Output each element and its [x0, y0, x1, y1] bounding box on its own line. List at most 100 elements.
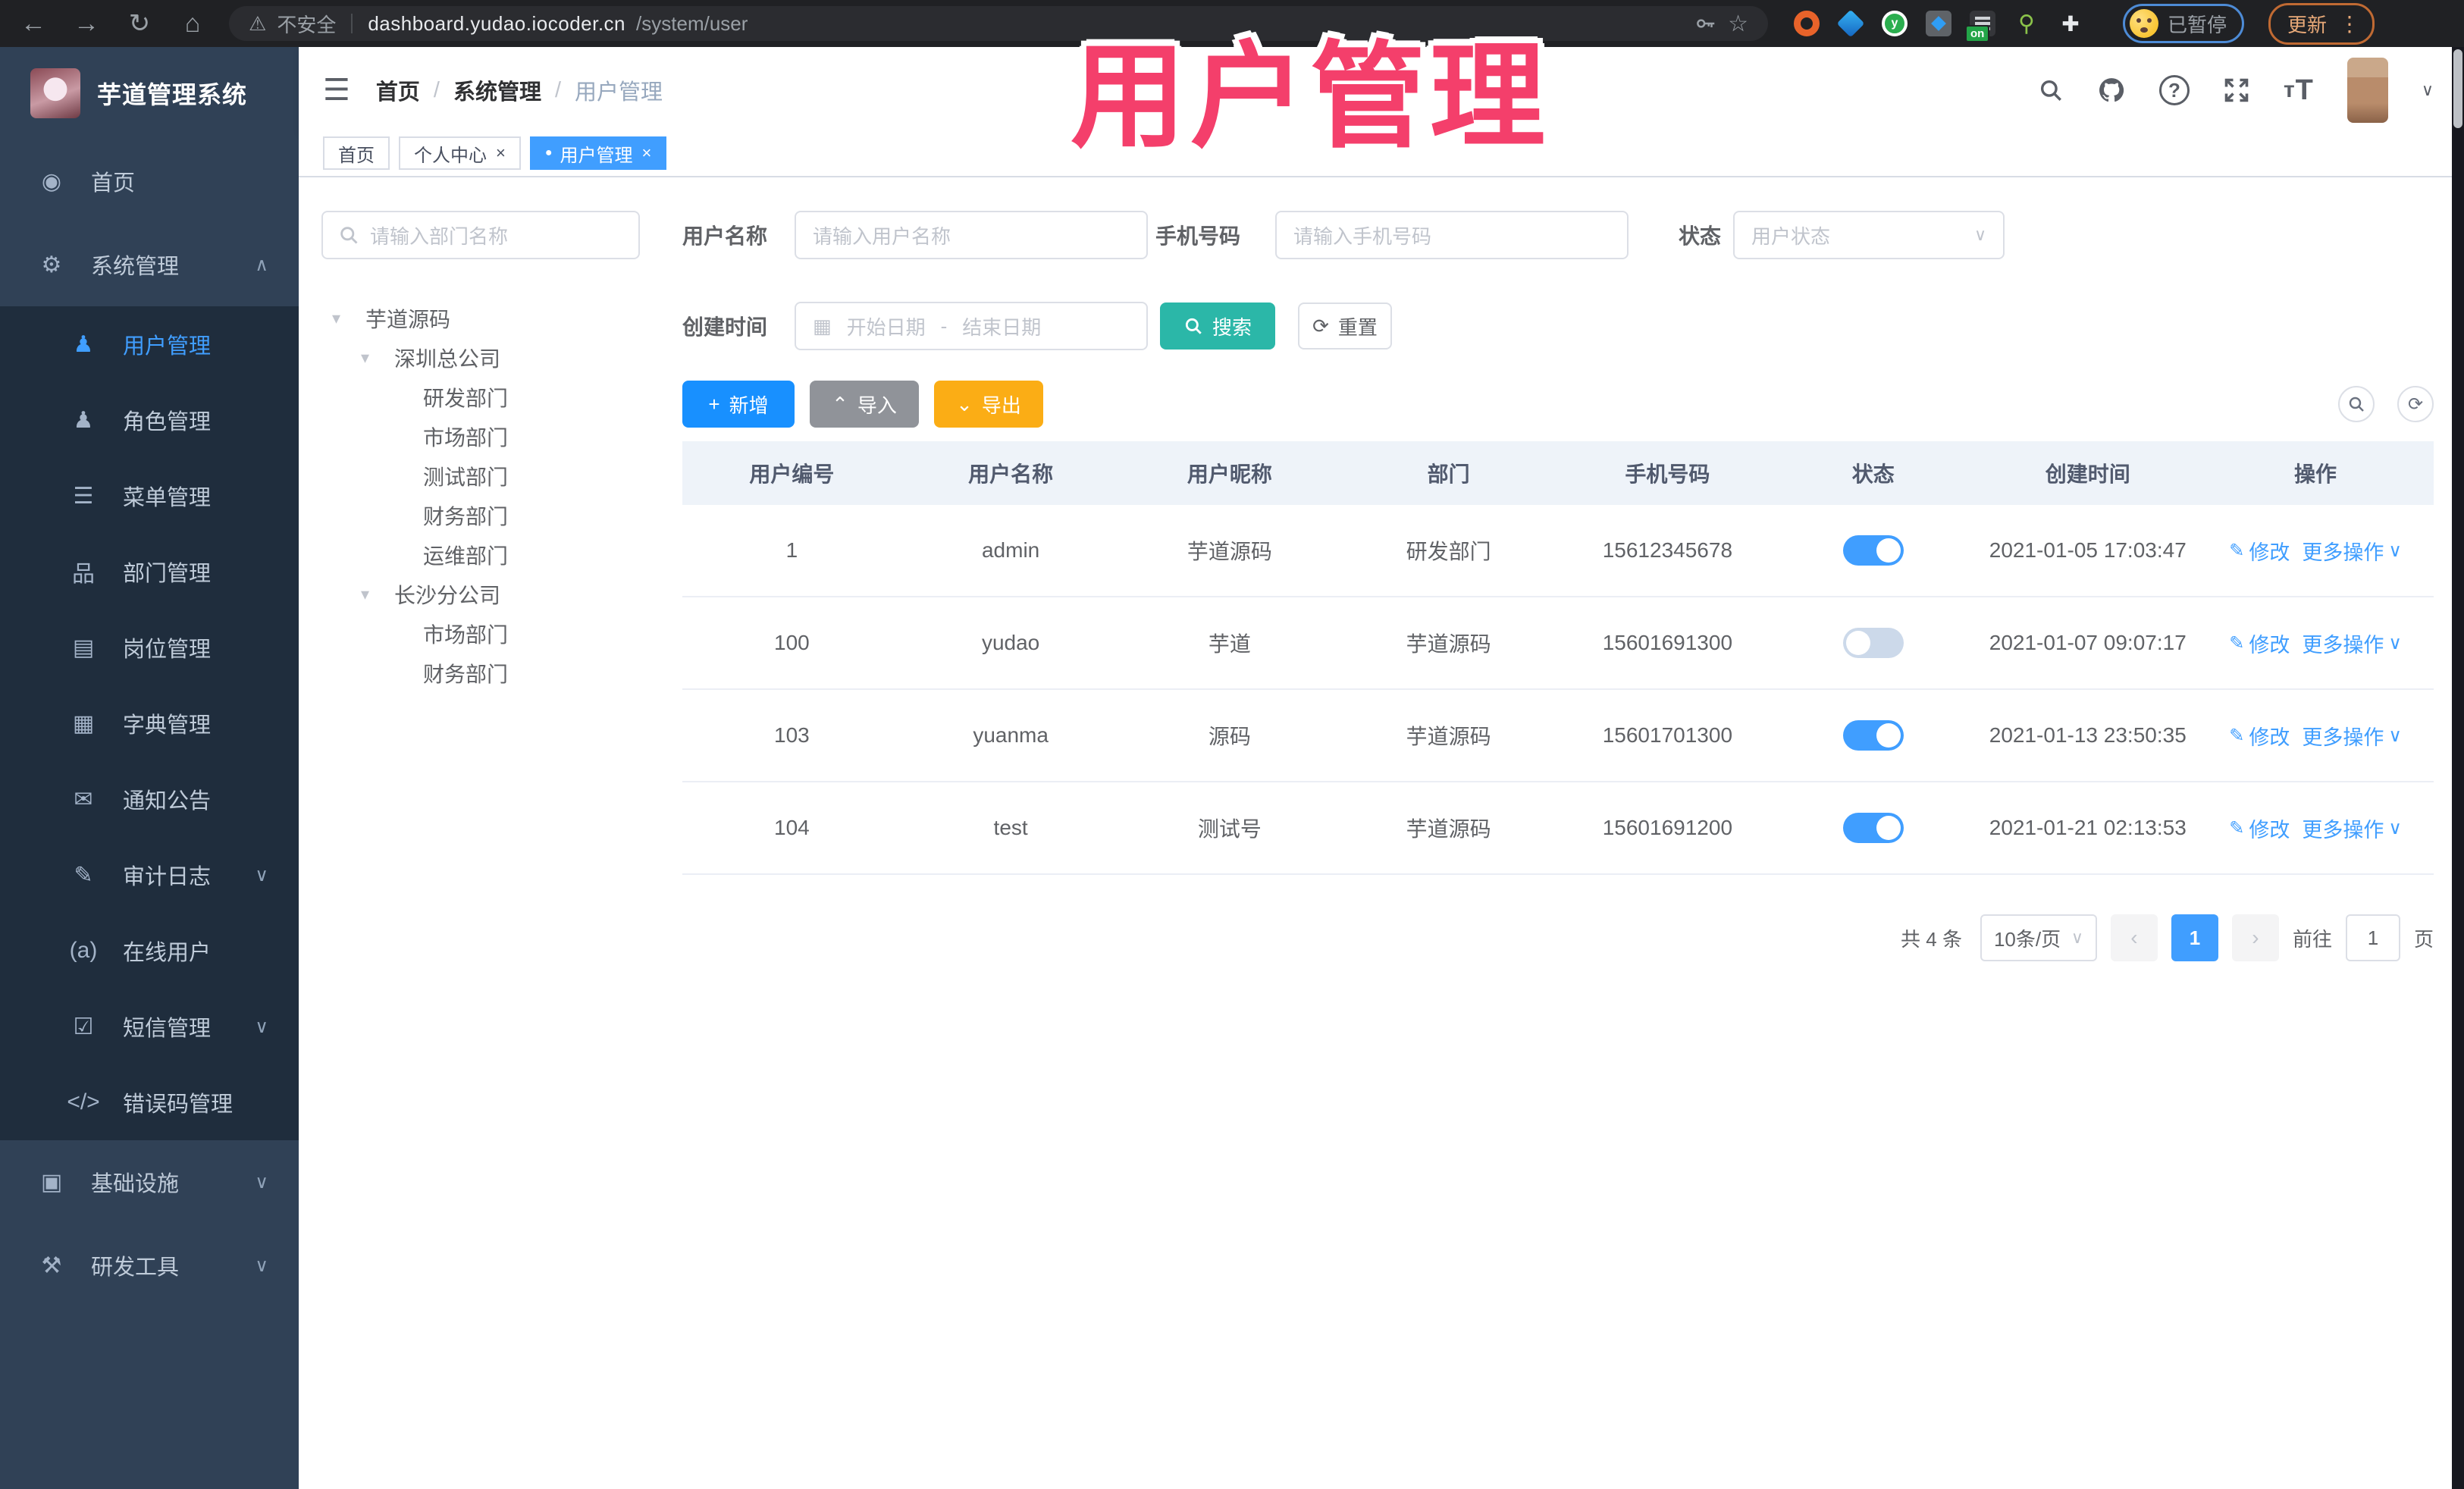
- export-button[interactable]: ⌄ 导出: [934, 381, 1043, 428]
- browser-scrollbar[interactable]: [2452, 47, 2464, 1489]
- tree-caret-icon[interactable]: ▾: [361, 585, 394, 604]
- search-icon[interactable]: [2038, 77, 2064, 103]
- tab-close-icon[interactable]: ×: [496, 143, 506, 163]
- hide-search-button[interactable]: [2338, 386, 2375, 422]
- menu-item-icon: ▦: [72, 710, 95, 736]
- edit-link[interactable]: ✎ 修改: [2229, 721, 2290, 751]
- status-toggle[interactable]: [1842, 813, 1904, 843]
- avatar-dropdown-icon[interactable]: ∨: [2422, 80, 2434, 100]
- tree-node[interactable]: 市场部门: [321, 417, 682, 456]
- help-icon[interactable]: ?: [2158, 75, 2190, 105]
- fullscreen-icon[interactable]: [2223, 77, 2250, 104]
- scrollbar-thumb[interactable]: [2453, 49, 2462, 128]
- sidebar-menu-item[interactable]: </> 错误码管理: [0, 1064, 299, 1140]
- more-actions-link[interactable]: 更多操作 ∨: [2302, 721, 2402, 751]
- tree-node[interactable]: 运维部门: [321, 535, 682, 575]
- forward-icon[interactable]: →: [70, 9, 103, 39]
- url-path: /system/user: [636, 11, 748, 35]
- add-button[interactable]: + 新增: [682, 381, 795, 428]
- sidebar-menu-item[interactable]: ✎ 审计日志 ∨: [0, 837, 299, 913]
- app-logo-row[interactable]: 芋道管理系统: [0, 47, 299, 139]
- breadcrumb-home[interactable]: 首页: [376, 74, 420, 106]
- menu-item-label: 部门管理: [123, 562, 212, 586]
- sidebar-menu-item[interactable]: ▦ 字典管理: [0, 685, 299, 761]
- page-size-select[interactable]: 10条/页 ∨: [1980, 914, 2097, 961]
- sidebar-menu-item[interactable]: (a) 在线用户: [0, 913, 299, 989]
- tampermonkey-extension-icon[interactable]: on: [1965, 11, 1995, 42]
- ubuntu-extension-icon[interactable]: [1794, 11, 1820, 36]
- chevron-icon: ∨: [255, 1171, 268, 1193]
- tree-node[interactable]: 研发部门: [321, 378, 682, 417]
- tree-node[interactable]: 财务部门: [321, 654, 682, 693]
- user-avatar[interactable]: [2346, 58, 2388, 123]
- sidebar-menu-item[interactable]: ✉ 通知公告: [0, 761, 299, 837]
- edit-link[interactable]: ✎ 修改: [2229, 536, 2290, 566]
- tree-node[interactable]: 财务部门: [321, 496, 682, 535]
- tree-caret-icon[interactable]: ▾: [332, 309, 365, 328]
- password-key-icon[interactable]: [1694, 12, 1717, 35]
- status-toggle[interactable]: [1842, 628, 1904, 658]
- status-toggle[interactable]: [1842, 535, 1904, 566]
- import-button[interactable]: ⌃ 导入: [810, 381, 919, 428]
- sidebar-menu-item[interactable]: ⚒ 研发工具 ∨: [0, 1224, 299, 1307]
- cell-actions: ✎ 修改 更多操作 ∨: [2206, 721, 2425, 751]
- sidebar-collapse-icon[interactable]: ☰: [323, 73, 350, 108]
- sidebar-menu-item[interactable]: ◉ 首页: [0, 139, 299, 223]
- sidebar-menu-item[interactable]: ▣ 基础设施 ∨: [0, 1140, 299, 1224]
- view-tab[interactable]: ● 首页: [323, 136, 390, 170]
- created-date-range[interactable]: ▦ 开始日期 - 结束日期: [795, 302, 1149, 350]
- tree-node[interactable]: 市场部门: [321, 614, 682, 654]
- bookmark-star-icon[interactable]: ☆: [1728, 11, 1748, 37]
- reset-button[interactable]: ⟳ 重置: [1298, 303, 1393, 350]
- github-icon[interactable]: [2097, 76, 2126, 105]
- status-select[interactable]: 用户状态 ∨: [1733, 211, 2005, 259]
- edit-link[interactable]: ✎ 修改: [2229, 629, 2290, 658]
- tab-close-icon[interactable]: ×: [642, 143, 652, 163]
- sidebar-menu-item[interactable]: ♟ 角色管理: [0, 382, 299, 458]
- department-panel: 请输入部门名称 ▾ 芋道源码 ▾ 深圳总公司 研发部门 市场部门 测试部门 财务…: [321, 177, 682, 1489]
- username-input[interactable]: 请输入用户名称: [795, 211, 1149, 259]
- reload-icon[interactable]: ↻: [123, 8, 156, 39]
- mobile-input[interactable]: 请输入手机号码: [1275, 211, 1629, 259]
- home-icon[interactable]: ⌂: [176, 9, 209, 39]
- refresh-table-button[interactable]: ⟳: [2397, 386, 2434, 422]
- sidebar-menu-item[interactable]: 品 部门管理: [0, 534, 299, 610]
- back-icon[interactable]: ←: [17, 9, 50, 39]
- update-button[interactable]: 更新 ⋮: [2268, 2, 2375, 45]
- current-page-button[interactable]: 1: [2171, 914, 2218, 961]
- view-tab[interactable]: ● 个人中心 ×: [399, 136, 521, 170]
- next-page-button[interactable]: ›: [2231, 914, 2279, 961]
- sidebar-menu-item[interactable]: ▤ 岗位管理: [0, 610, 299, 685]
- not-secure-icon: ⚠: [249, 11, 267, 35]
- table-row: 1 admin 芋道源码 研发部门 15612345678 2021-01-05…: [682, 505, 2434, 597]
- tree-node[interactable]: 测试部门: [321, 456, 682, 496]
- grid-extension-icon[interactable]: [1926, 11, 1951, 36]
- search-button[interactable]: 搜索: [1160, 303, 1276, 350]
- tree-node[interactable]: ▾ 深圳总公司: [321, 338, 682, 378]
- sidebar-menu-item[interactable]: ☰ 菜单管理: [0, 458, 299, 534]
- gem-extension-icon[interactable]: [1838, 11, 1864, 36]
- font-size-icon[interactable]: тT: [2284, 74, 2314, 107]
- more-actions-link[interactable]: 更多操作 ∨: [2302, 813, 2402, 843]
- yudao-extension-icon[interactable]: y: [1882, 11, 1908, 36]
- breadcrumb-system[interactable]: 系统管理: [453, 74, 541, 106]
- tree-node[interactable]: ▾ 长沙分公司: [321, 575, 682, 614]
- prev-page-button[interactable]: ‹: [2110, 914, 2158, 961]
- sidebar-menu-item[interactable]: ♟ 用户管理: [0, 306, 299, 382]
- extensions-puzzle-icon[interactable]: ✚: [2058, 11, 2083, 36]
- menu-item-label: 岗位管理: [123, 638, 212, 662]
- browser-menu-icon[interactable]: ⋮: [2339, 11, 2360, 36]
- edit-link[interactable]: ✎ 修改: [2229, 813, 2290, 843]
- tree-node[interactable]: ▾ 芋道源码: [321, 299, 682, 338]
- more-actions-link[interactable]: 更多操作 ∨: [2302, 629, 2402, 658]
- sidebar-menu-item[interactable]: ☑ 短信管理 ∨: [0, 989, 299, 1064]
- tree-caret-icon[interactable]: ▾: [361, 348, 394, 368]
- department-search-input[interactable]: 请输入部门名称: [321, 211, 640, 259]
- sidebar-menu-item[interactable]: ⚙ 系统管理 ∧: [0, 223, 299, 306]
- profile-chip[interactable]: 已暂停: [2123, 4, 2245, 43]
- view-tab[interactable]: ● 用户管理 ×: [529, 136, 667, 170]
- goto-page-input[interactable]: 1: [2345, 914, 2400, 961]
- key-extension-icon[interactable]: ⚲: [2014, 11, 2039, 36]
- more-actions-link[interactable]: 更多操作 ∨: [2302, 536, 2402, 566]
- status-toggle[interactable]: [1842, 720, 1904, 751]
